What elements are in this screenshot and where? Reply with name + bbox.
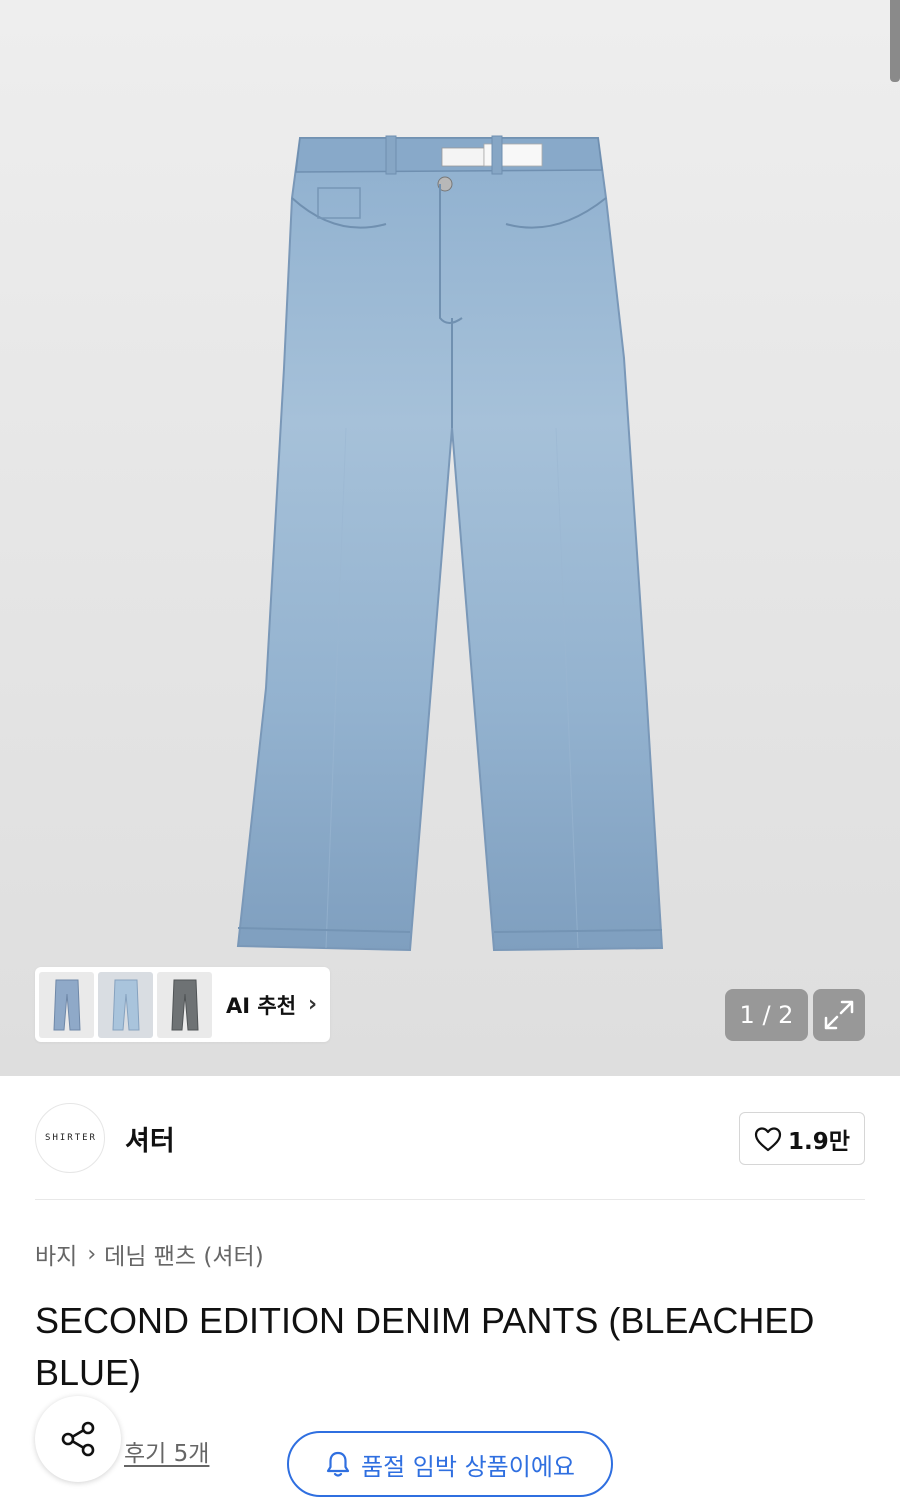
soldout-soon-label: 품절 임박 상품이에요 xyxy=(361,1452,575,1481)
ai-recommend-thumbnail[interactable] xyxy=(98,971,153,1038)
product-title: SECOND EDITION DENIM PANTS (BLEACHED BLU… xyxy=(35,1300,815,1393)
reviews-link[interactable]: 후기 5개 xyxy=(124,1434,209,1468)
like-button[interactable]: 1.9만 xyxy=(739,1112,865,1165)
brand-logo[interactable]: SHIRTER xyxy=(35,1103,105,1173)
share-button[interactable] xyxy=(35,1396,121,1482)
breadcrumb: 바지 › 데님 팬츠 (셔터) xyxy=(35,1237,264,1271)
bell-icon xyxy=(326,1451,350,1477)
heart-icon xyxy=(754,1126,782,1151)
share-icon xyxy=(61,1421,95,1457)
brand-row: SHIRTER 셔터 1.9만 xyxy=(35,1103,865,1173)
chevron-right-icon: › xyxy=(87,1241,97,1267)
ai-recommend-strip[interactable]: AI 추천 › xyxy=(35,967,330,1042)
product-image-gallery[interactable]: AI 추천 › 1 / 2 xyxy=(0,0,900,1076)
image-counter: 1 / 2 xyxy=(725,989,808,1041)
jeans-thumbnail-icon xyxy=(111,979,140,1030)
ai-recommend-thumbnail[interactable] xyxy=(39,971,94,1038)
product-image xyxy=(236,135,664,952)
brand-name[interactable]: 셔터 xyxy=(125,1119,175,1158)
expand-image-button[interactable] xyxy=(813,989,865,1041)
ai-recommend-label: AI 추천 xyxy=(226,993,297,1018)
expand-icon xyxy=(824,1000,854,1030)
jeans-thumbnail-icon xyxy=(170,979,199,1030)
divider xyxy=(35,1199,865,1200)
breadcrumb-subcategory[interactable]: 데님 팬츠 (셔터) xyxy=(104,1237,264,1271)
soldout-soon-chip[interactable]: 품절 임박 상품이에요 xyxy=(287,1431,613,1497)
chevron-right-icon: › xyxy=(308,992,318,1017)
jeans-thumbnail-icon xyxy=(52,979,81,1030)
scrollbar-thumb[interactable] xyxy=(890,0,900,82)
like-count: 1.9만 xyxy=(788,1128,850,1155)
breadcrumb-category[interactable]: 바지 xyxy=(35,1237,77,1271)
ai-recommend-link[interactable]: AI 추천 › xyxy=(226,990,317,1020)
ai-recommend-thumbnail[interactable] xyxy=(157,971,212,1038)
